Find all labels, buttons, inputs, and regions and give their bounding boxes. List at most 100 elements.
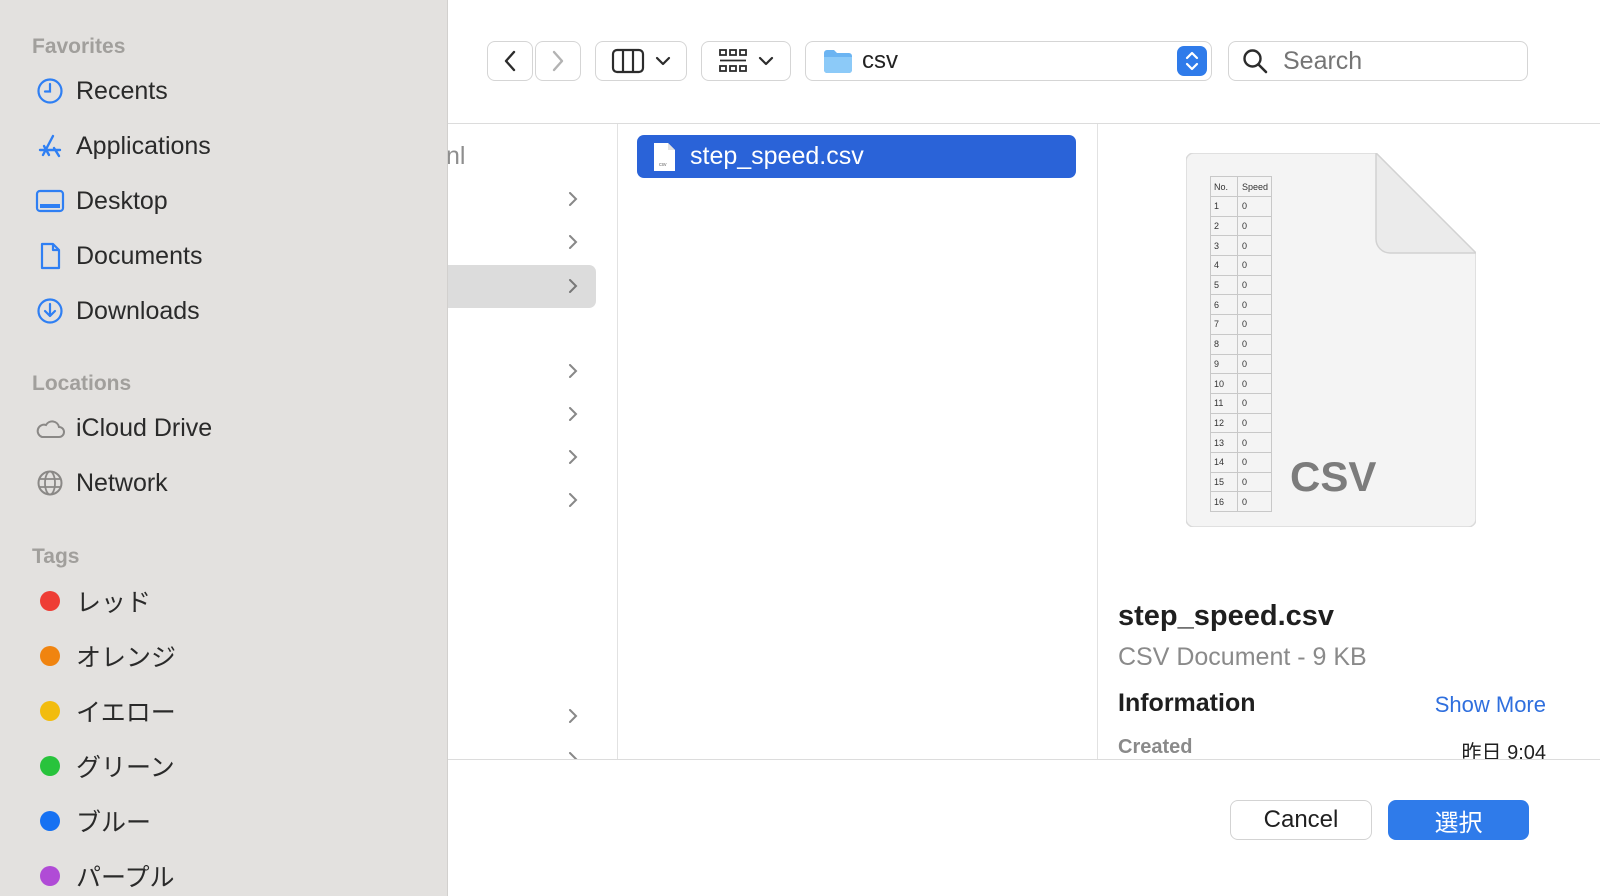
thumbnail-cell: 0 bbox=[1237, 215, 1272, 237]
thumbnail-cell: 0 bbox=[1237, 255, 1272, 276]
chevron-right-icon bbox=[569, 407, 578, 421]
sidebar-item-label: Desktop bbox=[76, 186, 168, 215]
csv-document-thumbnail: No. Speed 10 20 30 40 50 60 70 80 90 10 0… bbox=[1186, 153, 1476, 527]
thumbnail-cell: 2 bbox=[1210, 215, 1238, 237]
thumbnail-cell: 3 bbox=[1210, 235, 1238, 257]
sidebar-item-desktop[interactable]: Desktop bbox=[26, 179, 426, 223]
file-row-selected[interactable]: csv step_speed.csv bbox=[637, 135, 1076, 178]
chevron-down-icon bbox=[758, 56, 774, 66]
thumbnail-cell: 5 bbox=[1210, 274, 1238, 296]
tag-color-dot bbox=[40, 756, 60, 776]
chevron-right-icon bbox=[569, 364, 578, 378]
sidebar-item-label: Recents bbox=[76, 76, 168, 105]
globe-icon bbox=[34, 467, 66, 499]
sidebar-item-documents[interactable]: Documents bbox=[26, 234, 426, 278]
sidebar-item-network[interactable]: Network bbox=[26, 461, 426, 505]
preview-pane: No. Speed 10 20 30 40 50 60 70 80 90 10 0… bbox=[1098, 124, 1600, 760]
sidebar-item-label: Downloads bbox=[76, 296, 200, 325]
file-row-label: step_speed.csv bbox=[690, 142, 864, 170]
thumbnail-cell: 0 bbox=[1237, 353, 1272, 375]
search-input[interactable] bbox=[1281, 45, 1515, 77]
chevron-down-icon bbox=[655, 56, 671, 66]
sidebar-item-recents[interactable]: Recents bbox=[26, 69, 426, 113]
sidebar-tag-red[interactable]: レッド bbox=[26, 579, 426, 623]
thumbnail-cell: 0 bbox=[1237, 314, 1272, 335]
back-button[interactable] bbox=[487, 41, 533, 81]
thumbnail-cell: 0 bbox=[1237, 294, 1272, 316]
grid-icon bbox=[719, 49, 747, 72]
thumbnail-cell: 0 bbox=[1237, 333, 1272, 355]
sidebar-item-applications[interactable]: Applications bbox=[26, 124, 426, 168]
thumbnail-cell: 14 bbox=[1210, 451, 1238, 473]
sidebar-item-label: Network bbox=[76, 468, 168, 497]
sidebar-item-icloud-drive[interactable]: iCloud Drive bbox=[26, 406, 426, 450]
search-icon bbox=[1243, 49, 1268, 74]
browser-column-parent[interactable]: nl bbox=[448, 124, 618, 760]
csv-badge-label: CSV bbox=[1290, 453, 1377, 500]
information-heading: Information bbox=[1118, 689, 1256, 717]
thumbnail-cell: 9 bbox=[1210, 353, 1238, 375]
thumbnail-cell: 0 bbox=[1237, 235, 1272, 257]
chevron-right-icon bbox=[569, 450, 578, 464]
created-label: Created bbox=[1118, 736, 1193, 758]
favorites-section-title: Favorites bbox=[32, 35, 126, 58]
thumbnail-cell: 10 bbox=[1210, 373, 1238, 394]
view-mode-button[interactable] bbox=[595, 41, 687, 81]
sidebar-item-label: パープル bbox=[76, 864, 175, 892]
thumbnail-cell: 0 bbox=[1237, 392, 1272, 414]
desktop-icon bbox=[34, 185, 66, 217]
search-field[interactable] bbox=[1228, 41, 1528, 81]
preview-file-name: step_speed.csv bbox=[1118, 600, 1335, 632]
thumbnail-header-cell: Speed bbox=[1237, 176, 1272, 197]
group-by-button[interactable] bbox=[701, 41, 791, 81]
chevron-right-icon bbox=[569, 709, 578, 723]
document-icon bbox=[34, 240, 66, 272]
path-popup-button[interactable]: csv bbox=[805, 41, 1212, 81]
sidebar-item-label: イエロー bbox=[76, 699, 176, 727]
cloud-icon bbox=[34, 412, 66, 444]
sidebar-tag-blue[interactable]: ブルー bbox=[26, 799, 426, 843]
forward-button[interactable] bbox=[535, 41, 581, 81]
sidebar-item-label: レッド bbox=[76, 589, 152, 617]
thumbnail-cell: 0 bbox=[1237, 412, 1272, 434]
footer-divider bbox=[448, 759, 1600, 760]
thumbnail-cell: 0 bbox=[1237, 471, 1272, 493]
applications-icon bbox=[34, 130, 66, 162]
thumbnail-cell: 1 bbox=[1210, 196, 1238, 217]
sidebar-tag-purple[interactable]: パープル bbox=[26, 854, 426, 896]
sidebar-item-label: Applications bbox=[76, 131, 211, 160]
sidebar-tag-orange[interactable]: オレンジ bbox=[26, 634, 426, 678]
thumbnail-cell: 7 bbox=[1210, 314, 1238, 335]
sidebar: Favorites Recents Applications Desktop D… bbox=[0, 0, 448, 896]
chevron-right-icon bbox=[569, 192, 578, 206]
download-icon bbox=[34, 295, 66, 327]
folder-icon bbox=[824, 50, 852, 73]
tag-color-dot bbox=[40, 811, 60, 831]
partial-item-label: nl bbox=[448, 142, 466, 170]
browser-column-csv[interactable]: csv step_speed.csv bbox=[618, 124, 1098, 760]
sidebar-item-label: iCloud Drive bbox=[76, 413, 213, 442]
updown-chevron-icon bbox=[1177, 46, 1207, 76]
sidebar-tag-yellow[interactable]: イエロー bbox=[26, 689, 426, 733]
chevron-right-icon bbox=[569, 493, 578, 507]
thumbnail-cell: 11 bbox=[1210, 392, 1238, 414]
thumbnail-cell: 12 bbox=[1210, 412, 1238, 434]
thumbnail-cell: 15 bbox=[1210, 471, 1238, 493]
preview-file-kind: CSV Document - 9 KB bbox=[1118, 643, 1367, 671]
sidebar-item-downloads[interactable]: Downloads bbox=[26, 289, 426, 333]
cancel-button[interactable]: Cancel bbox=[1230, 800, 1372, 840]
tag-color-dot bbox=[40, 591, 60, 611]
tag-color-dot bbox=[40, 701, 60, 721]
sidebar-item-label: Documents bbox=[76, 241, 203, 270]
sidebar-item-label: オレンジ bbox=[76, 644, 177, 672]
sidebar-tag-green[interactable]: グリーン bbox=[26, 744, 426, 788]
sidebar-item-label: グリーン bbox=[76, 754, 175, 782]
thumbnail-cell: 6 bbox=[1210, 294, 1238, 316]
show-more-link[interactable]: Show More bbox=[1435, 692, 1546, 718]
csv-file-icon: csv bbox=[654, 142, 675, 171]
thumbnail-cell: 0 bbox=[1237, 373, 1272, 394]
tags-section-title: Tags bbox=[32, 545, 80, 568]
locations-section-title: Locations bbox=[32, 372, 132, 395]
select-button[interactable]: 選択 bbox=[1388, 800, 1529, 840]
sidebar-item-label: ブルー bbox=[76, 809, 152, 837]
